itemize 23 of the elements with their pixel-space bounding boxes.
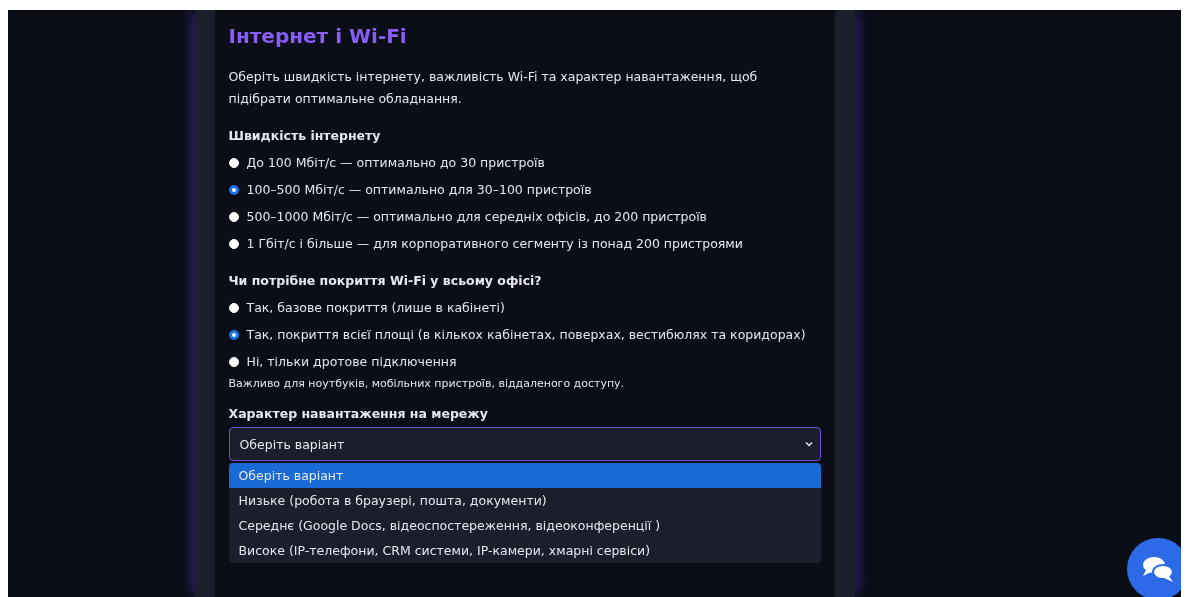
option-label: 100–500 Мбіт/с — оптимально для 30–100 пристроїв [246, 182, 592, 197]
radio-button[interactable] [228, 184, 239, 195]
option-label: Так, базове покриття (лише в кабінеті) [246, 300, 505, 315]
chat-button[interactable] [1127, 538, 1181, 597]
radio-button[interactable] [228, 329, 239, 340]
intro-text: Оберіть швидкість інтернету, важливість Wi-Fi та характер навантаження, щоб підібрати оптимальне обладнання. [228, 68, 759, 108]
dropdown-option[interactable]: Середнє (Google Docs, відеоспостереження, відеоконференції ) [228, 513, 821, 538]
select-field[interactable]: Оберіть варіант [228, 427, 821, 461]
option-label: Ні, тільки дротове підключення [246, 354, 457, 369]
chat-icon [1141, 554, 1175, 584]
section-title: Інтернет і Wi-Fi [228, 24, 408, 48]
dropdown-option[interactable]: Низьке (робота в браузері, пошта, документи) [228, 488, 821, 513]
option-label: 1 Гбіт/с і більше — для корпоративного сегменту із понад 200 пристроями [246, 236, 743, 251]
dropdown-option[interactable]: Оберіть варіант [228, 463, 821, 488]
question-label: Характер навантаження на мережу [228, 406, 489, 421]
dropdown-option[interactable]: Високе (IP-телефони, CRM системи, IP-камери, хмарні сервіси) [228, 538, 821, 563]
option-label: 500–1000 Мбіт/с — оптимально для середніх офісів, до 200 пристроїв [246, 209, 707, 224]
question-label: Швидкість інтернету [228, 128, 382, 143]
chevron-icon [803, 439, 814, 449]
hint-text: Важливо для ноутбуків, мобільних пристроїв, віддаленого доступу. [228, 377, 626, 390]
option-label: Так, покриття всієї площі (в кількох кабінетах, поверхах, вестибюлях та коридорах) [246, 327, 806, 342]
question-label: Чи потрібне покриття Wi-Fi у всьому офісі? [228, 273, 543, 288]
option-label: До 100 Мбіт/с — оптимально до 30 пристроїв [246, 155, 545, 170]
